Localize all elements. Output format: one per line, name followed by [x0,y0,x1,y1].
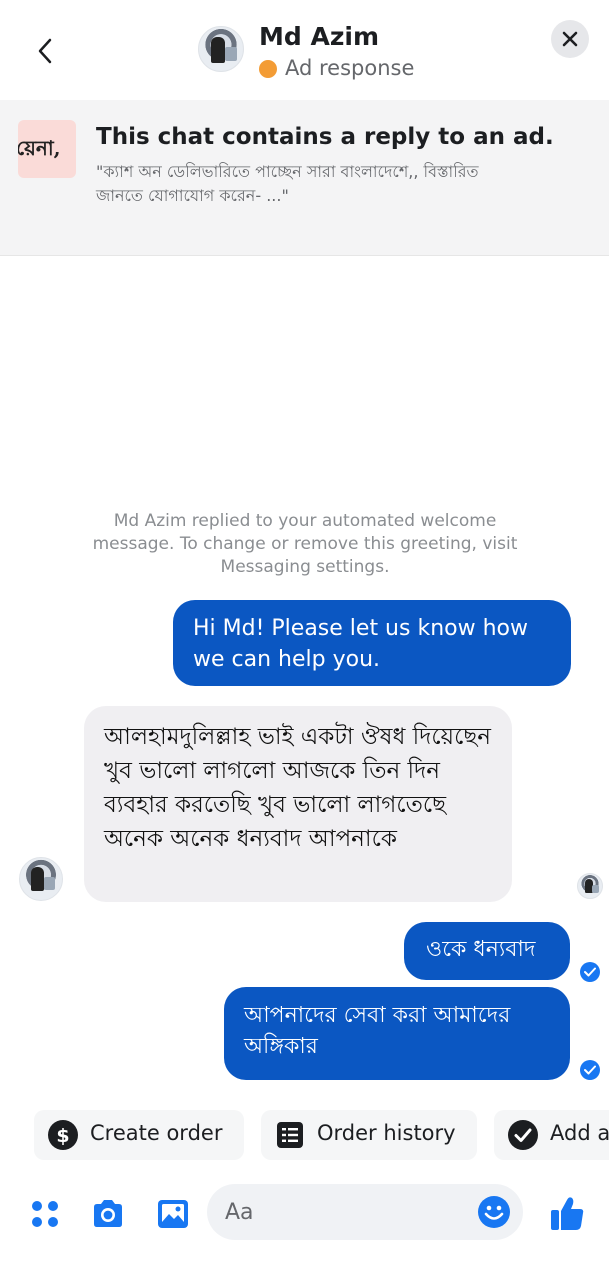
contact-name[interactable]: Md Azim [259,22,379,51]
add-action-label: Add a [550,1121,609,1145]
message-bubble-outgoing[interactable]: ওকে ধন্যবাদ [404,922,570,980]
list-icon [277,1122,303,1148]
close-banner-button[interactable] [551,20,589,58]
create-order-label: Create order [90,1121,223,1145]
system-note: Md Azim replied to your automated welcom… [92,511,518,577]
message-bubble-outgoing[interactable]: আপনাদের সেবা করা আমাদের অঙ্গিকার [224,987,570,1080]
check-circle-icon [508,1120,538,1150]
dollar-icon: $ [48,1120,78,1150]
create-order-button[interactable]: $ Create order [34,1110,244,1160]
gallery-icon[interactable] [155,1196,191,1232]
delivered-check-icon [580,1060,600,1080]
thumbs-up-icon[interactable] [549,1194,585,1232]
camera-icon[interactable] [90,1196,126,1232]
ad-banner-quote: "ক্যাশ অন ডেলিভারিতে পাচ্ছেন সারা বাংলাদ… [96,162,479,205]
order-history-button[interactable]: Order history [261,1110,477,1160]
status-dot-icon [259,60,277,78]
message-composer [0,1176,609,1280]
chat-header: Md Azim Ad response [0,0,609,100]
message-input-wrapper [207,1184,523,1240]
delivered-check-icon [580,962,600,982]
back-button[interactable] [30,32,64,70]
message-bubble-incoming[interactable]: আলহামদুলিল্লাহ ভাই একটা ঔষধ দিয়েছেন খুব… [84,706,512,902]
contact-avatar[interactable] [198,26,244,72]
ad-thumbnail-text: য়েনা, [18,136,61,160]
sender-avatar[interactable] [19,857,63,901]
seen-avatar [577,873,603,899]
contact-status: Ad response [285,56,415,80]
message-bubble-outgoing[interactable]: Hi Md! Please let us know how we can hel… [173,600,571,686]
message-input[interactable] [225,1194,475,1230]
emoji-icon[interactable] [477,1195,511,1229]
add-action-button[interactable]: Add a [494,1110,609,1160]
ad-banner-title: This chat contains a reply to an ad. [96,124,554,150]
svg-text:$: $ [56,1125,69,1147]
apps-grid-icon[interactable] [30,1199,60,1229]
ad-reply-banner: য়েনা, This chat contains a reply to an … [0,100,609,256]
order-history-label: Order history [317,1121,456,1145]
close-icon [562,31,578,47]
ad-thumbnail[interactable]: য়েনা, [18,120,76,178]
chevron-left-icon [38,38,52,64]
